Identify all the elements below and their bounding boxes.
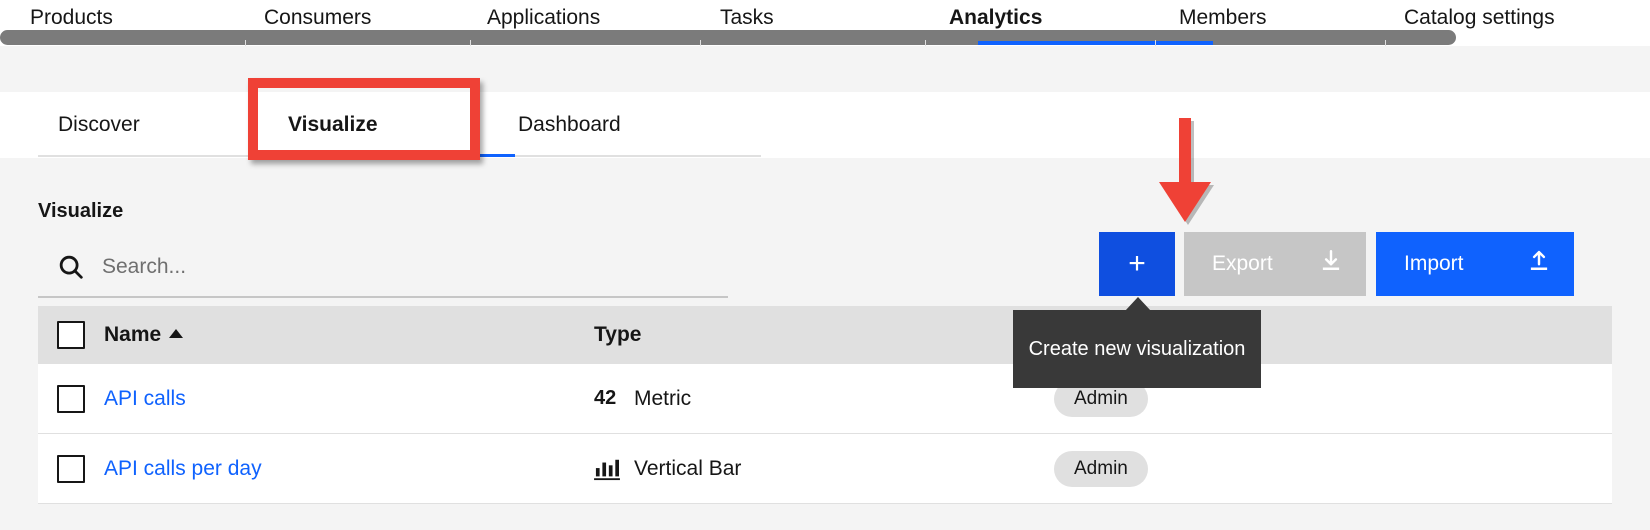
export-button-label: Export [1212, 252, 1273, 275]
table-body: API calls 42 Metric Admin API calls per day V… [38, 364, 1612, 504]
visualizations-table: Name Type API calls 42 Metric Admin API call… [38, 306, 1612, 504]
app-root: Products Consumers Applications Tasks Analyt… [0, 0, 1650, 530]
table-header-row: Name Type [38, 306, 1612, 364]
row-name-cell: API calls per day [104, 457, 594, 481]
active-nav-underline [978, 41, 1213, 45]
row-select-cell[interactable] [38, 454, 104, 483]
active-subtab-underline [268, 154, 515, 157]
row-checkbox[interactable] [57, 454, 85, 483]
metric-42-icon: 42 [594, 387, 617, 409]
upload-icon [1526, 248, 1552, 280]
create-visualization-tooltip: Create new visualization [1013, 310, 1261, 388]
row-type-cell: 42 Metric [594, 387, 1054, 411]
column-header-name-label: Name [104, 323, 162, 346]
download-icon [1318, 248, 1344, 280]
row-checkbox[interactable] [57, 384, 85, 413]
search-input[interactable] [102, 247, 662, 287]
export-button[interactable]: Export [1184, 232, 1366, 296]
import-button[interactable]: Import [1376, 232, 1574, 296]
row-name-cell: API calls [104, 387, 594, 411]
row-select-cell[interactable] [38, 384, 104, 413]
select-all-cell[interactable] [38, 321, 104, 349]
table-row: API calls 42 Metric Admin [38, 364, 1612, 434]
subtab-visualize[interactable]: Visualize [288, 92, 378, 158]
nav-scrollbar-thumb[interactable] [0, 30, 1456, 45]
subtab-discover[interactable]: Discover [58, 92, 140, 158]
visualization-link[interactable]: API calls [104, 387, 186, 410]
vertical-bar-chart-icon [594, 457, 624, 481]
subtab-bar: Discover Visualize Dashboard [0, 92, 1650, 158]
owner-badge: Admin [1054, 450, 1148, 487]
page-title: Visualize [38, 200, 124, 222]
plus-icon: + [1128, 247, 1146, 280]
select-all-checkbox[interactable] [57, 321, 85, 349]
tooltip-arrow-icon [1125, 297, 1151, 311]
visualization-link[interactable]: API calls per day [104, 457, 262, 480]
row-owner-cell: Admin [1054, 450, 1354, 487]
column-header-type[interactable]: Type [594, 323, 1054, 347]
row-type-label: Vertical Bar [634, 456, 742, 480]
row-type-cell: Vertical Bar [594, 457, 1054, 481]
table-row: API calls per day Vertical Bar Admin [38, 434, 1612, 504]
search-icon [56, 252, 86, 282]
row-type-label: Metric [634, 386, 692, 410]
subtab-strip-spacer [0, 46, 1650, 92]
import-button-label: Import [1404, 252, 1464, 275]
sort-ascending-icon [169, 329, 184, 338]
add-visualization-button[interactable]: + [1099, 232, 1175, 296]
column-header-type-label: Type [594, 323, 642, 346]
column-header-name[interactable]: Name [104, 323, 594, 347]
subtab-dashboard[interactable]: Dashboard [518, 92, 621, 158]
search-bar[interactable] [38, 238, 728, 298]
